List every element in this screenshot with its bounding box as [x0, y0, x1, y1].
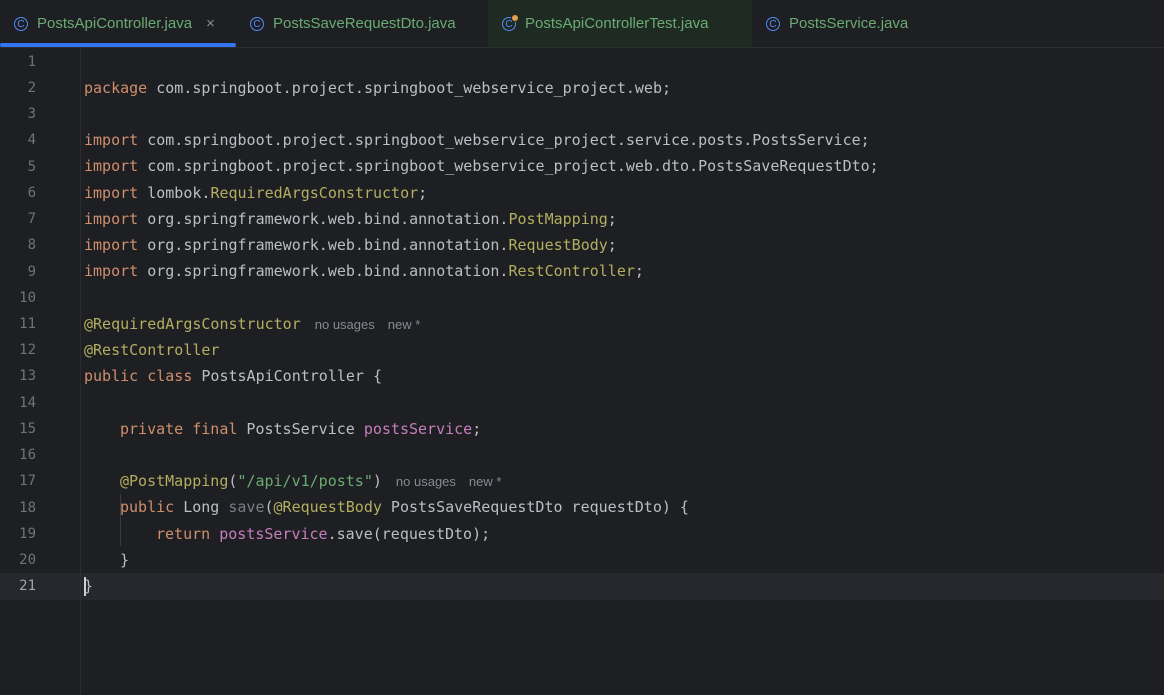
editor-tab-bar: C PostsApiController.java × C PostsSaveR… — [0, 0, 1164, 48]
keyword: public — [84, 367, 139, 385]
code-line: import com.springboot.project.springboot… — [0, 101, 1164, 149]
code-line: import org.springframework.web.bind.anno… — [0, 232, 1164, 280]
code-text: ; — [472, 420, 482, 438]
code-line: @RestController — [0, 311, 1164, 359]
code-line: public Long save(@RequestBody PostsSaveR… — [0, 468, 1164, 516]
code-line: package com.springboot.project.springboo… — [0, 49, 1164, 97]
code-text: ; — [634, 262, 644, 280]
code-line: } — [0, 521, 1164, 569]
keyword: import — [84, 262, 139, 280]
active-tab-indicator — [0, 43, 236, 47]
keyword: package — [84, 79, 148, 97]
java-class-icon: C — [250, 16, 264, 31]
annotation-name: RestController — [508, 262, 635, 280]
tab-label: PostsApiControllerTest.java — [525, 15, 709, 32]
keyword: private — [120, 420, 184, 438]
code-line: public class PostsApiController { — [0, 337, 1164, 385]
java-class-icon: C — [766, 16, 780, 31]
code-line: } — [0, 547, 1164, 595]
java-test-class-icon: C — [502, 13, 519, 31]
code-line: import com.springboot.project.springboot… — [0, 127, 1164, 175]
java-class-icon: C — [14, 16, 28, 31]
keyword: class — [147, 367, 193, 385]
tab-posts-api-controller-test[interactable]: C PostsApiControllerTest.java — [488, 0, 752, 47]
code-text: com.springboot.project.springboot_webser… — [147, 79, 672, 97]
code-line: import org.springframework.web.bind.anno… — [0, 180, 1164, 228]
code-text: PostsService — [237, 420, 364, 438]
text-caret — [84, 577, 86, 596]
tab-label: PostsSaveRequestDto.java — [273, 15, 456, 32]
code-text: PostsApiController { — [192, 367, 383, 385]
code-line: return postsService.save(requestDto); — [0, 495, 1164, 543]
close-tab-icon[interactable]: × — [206, 15, 215, 32]
code-line: @PostMapping("/api/v1/posts") no usages ne… — [0, 442, 1164, 490]
tab-posts-save-request-dto[interactable]: C PostsSaveRequestDto.java — [236, 0, 488, 47]
code-line: import lombok.RequiredArgsConstructor; — [0, 154, 1164, 202]
tab-posts-api-controller[interactable]: C PostsApiController.java × — [0, 0, 236, 47]
code-text: org.springframework.web.bind.annotation. — [138, 262, 509, 280]
field-name: postsService — [363, 420, 473, 438]
code-line: import org.springframework.web.bind.anno… — [0, 206, 1164, 254]
keyword: final — [192, 420, 238, 438]
code-line: private final PostsService postsService; — [0, 390, 1164, 438]
tab-label: PostsApiController.java — [37, 15, 193, 32]
code-line: @RequiredArgsConstructor no usages new * — [0, 285, 1164, 333]
tab-label: PostsService.java — [789, 15, 909, 32]
tab-posts-service[interactable]: C PostsService.java — [752, 0, 952, 47]
